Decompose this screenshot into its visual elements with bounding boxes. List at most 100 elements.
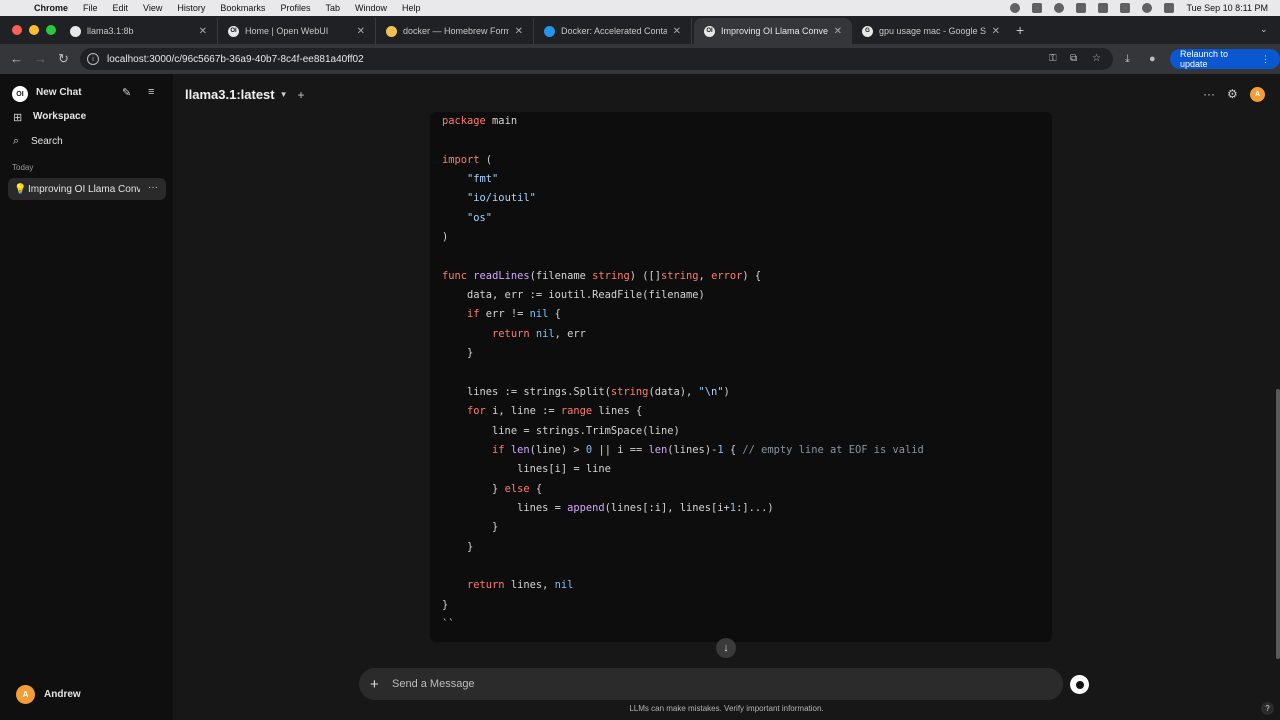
tab-close-icon[interactable]: ✕ (515, 26, 523, 37)
controls-sliders-icon[interactable]: ⚙ (1227, 87, 1238, 101)
forward-arrow-icon[interactable]: → (34, 51, 47, 66)
tab-close-icon[interactable]: ✕ (199, 26, 207, 37)
tab-homebrew-docker[interactable]: docker — Homebrew Formula ✕ (376, 18, 534, 44)
address-url: localhost:3000/c/96c5667b-36a9-40b7-8c4f… (107, 53, 364, 65)
sidebar-search[interactable]: Search (31, 136, 63, 147)
download-icon[interactable]: ⤓ (1125, 53, 1130, 66)
code-line: if len(line) > 0 || i == len(lines)-1 { … (492, 443, 924, 456)
menu-help[interactable]: Help (402, 3, 421, 13)
google-icon: G (862, 25, 873, 37)
record-icon[interactable] (1054, 3, 1065, 13)
help-button[interactable]: ? (1261, 702, 1274, 715)
code-line: return nil, err (492, 327, 586, 340)
code-block: package main import ( "fmt" "io/ioutil" … (430, 112, 1052, 642)
openwebui-icon: OI (704, 25, 715, 37)
status-icon[interactable] (1010, 3, 1021, 13)
sidebar-item-workspace[interactable]: Workspace (33, 111, 86, 122)
attach-plus-icon[interactable]: + (370, 676, 384, 693)
address-bar[interactable]: i localhost:3000/c/96c5667b-36a9-40b7-8c… (80, 48, 1113, 70)
more-horizontal-icon[interactable]: ··· (148, 182, 158, 193)
tab-open-webui-home[interactable]: OI Home | Open WebUI ✕ (218, 18, 376, 44)
code-line: } (442, 540, 474, 553)
tab-llama3-github[interactable]: llama3.1:8b ✕ (60, 18, 218, 44)
code-line: "os" (467, 211, 493, 224)
openwebui-logo[interactable]: OI (12, 86, 28, 102)
more-vert-icon: ⋮ (1261, 53, 1270, 64)
tab-google-search[interactable]: G gpu usage mac - Google Sear ✕ (852, 18, 1010, 44)
model-selector[interactable]: llama3.1:latest ▼ + (185, 87, 305, 102)
spotlight-search-icon[interactable] (1142, 3, 1153, 13)
sidebar-toggle-icon[interactable]: ≡ (148, 86, 154, 98)
tab-close-icon[interactable]: ✕ (834, 26, 842, 37)
code-line: ) (442, 231, 449, 244)
profile-icon[interactable]: ● (1149, 53, 1156, 65)
workspace-icon: ⊞ (13, 112, 23, 124)
more-horizontal-icon[interactable]: ··· (1203, 87, 1215, 101)
code-line: lines := strings.Split(string(data), "\n… (442, 385, 730, 398)
add-model-icon[interactable]: + (298, 88, 305, 102)
code-line: } (442, 521, 499, 534)
tab-close-icon[interactable]: ✕ (992, 26, 1000, 37)
avatar: A (16, 685, 35, 704)
app-status-icon[interactable] (1032, 3, 1043, 13)
compose-icon[interactable]: ✎ (122, 86, 131, 99)
menu-clock[interactable]: Tue Sep 10 8:11 PM (1186, 3, 1268, 13)
bookmark-star-icon[interactable]: ☆ (1092, 53, 1103, 64)
tab-improving-oi-llama[interactable]: OI Improving OI Llama Conve ✕ (694, 18, 852, 44)
code-line: package main (442, 115, 518, 127)
disclaimer-text: LLMs can make mistakes. Verify important… (629, 704, 824, 713)
back-arrow-icon[interactable]: ← (10, 51, 23, 66)
password-key-icon[interactable]: ⚿ (1049, 53, 1060, 64)
page-scrollbar[interactable] (1276, 389, 1280, 659)
voice-mode-button[interactable] (1070, 675, 1089, 694)
install-app-icon[interactable]: ⧉ (1070, 53, 1081, 64)
menu-tab[interactable]: Tab (325, 3, 340, 13)
menu-app-name[interactable]: Chrome (34, 3, 68, 13)
code-content: package main import ( "fmt" "io/ioutil" … (442, 112, 924, 634)
menu-profiles[interactable]: Profiles (280, 3, 310, 13)
scroll-to-bottom-button[interactable]: ↓ (716, 638, 736, 658)
control-center-icon[interactable] (1164, 3, 1175, 13)
relaunch-to-update-button[interactable]: Relaunch to update ⋮ (1170, 49, 1280, 69)
apple-icon[interactable] (12, 2, 24, 14)
wifi-off-icon[interactable] (1120, 3, 1131, 13)
code-line: if err != nil { (467, 308, 561, 321)
battery-icon[interactable] (1098, 3, 1109, 13)
tab-close-icon[interactable]: ✕ (673, 26, 681, 37)
chat-history-item[interactable]: 💡 Improving OI Llama Conve ··· (8, 178, 166, 200)
reload-icon[interactable]: ↻ (58, 51, 69, 67)
site-info-icon[interactable]: i (87, 53, 99, 65)
user-menu[interactable]: A Andrew (16, 685, 81, 704)
tab-search-chevron-icon[interactable]: ⌄ (1260, 24, 1268, 35)
minimize-window-button[interactable] (29, 25, 39, 35)
bluetooth-icon[interactable] (1076, 3, 1087, 13)
code-line: data, err := ioutil.ReadFile(filename) (442, 289, 705, 302)
menu-view[interactable]: View (143, 3, 162, 13)
tab-title: llama3.1:8b (87, 26, 134, 36)
menu-window[interactable]: Window (355, 3, 387, 13)
maximize-window-button[interactable] (46, 25, 56, 35)
menu-bookmarks[interactable]: Bookmarks (220, 3, 265, 13)
code-line: import ( (442, 153, 493, 166)
tab-title: docker — Homebrew Formula (403, 26, 509, 36)
section-label-today: Today (12, 163, 34, 172)
user-name: Andrew (44, 689, 81, 700)
avatar[interactable]: A (1250, 87, 1265, 102)
macos-menu-bar: Chrome File Edit View History Bookmarks … (0, 0, 1280, 16)
relaunch-label: Relaunch to update (1180, 49, 1229, 69)
new-tab-button[interactable]: + (1016, 22, 1024, 38)
menu-history[interactable]: History (177, 3, 205, 13)
close-window-button[interactable] (12, 25, 22, 35)
tab-docker[interactable]: Docker: Accelerated Containe ✕ (534, 18, 692, 44)
chat-main: llama3.1:latest ▼ + ··· ⚙ A package main… (173, 74, 1280, 720)
sidebar: OI New Chat ✎ ≡ ⊞ Workspace ⌕ Search Tod… (0, 74, 173, 720)
new-chat-button[interactable]: New Chat (36, 87, 82, 98)
chevron-down-icon: ▼ (279, 90, 288, 99)
chat-title: Improving OI Llama Conve (28, 183, 140, 195)
menu-file[interactable]: File (83, 3, 98, 13)
tab-close-icon[interactable]: ✕ (357, 26, 365, 37)
openwebui-icon: OI (228, 25, 239, 37)
menu-edit[interactable]: Edit (113, 3, 129, 13)
message-input[interactable] (392, 678, 992, 690)
